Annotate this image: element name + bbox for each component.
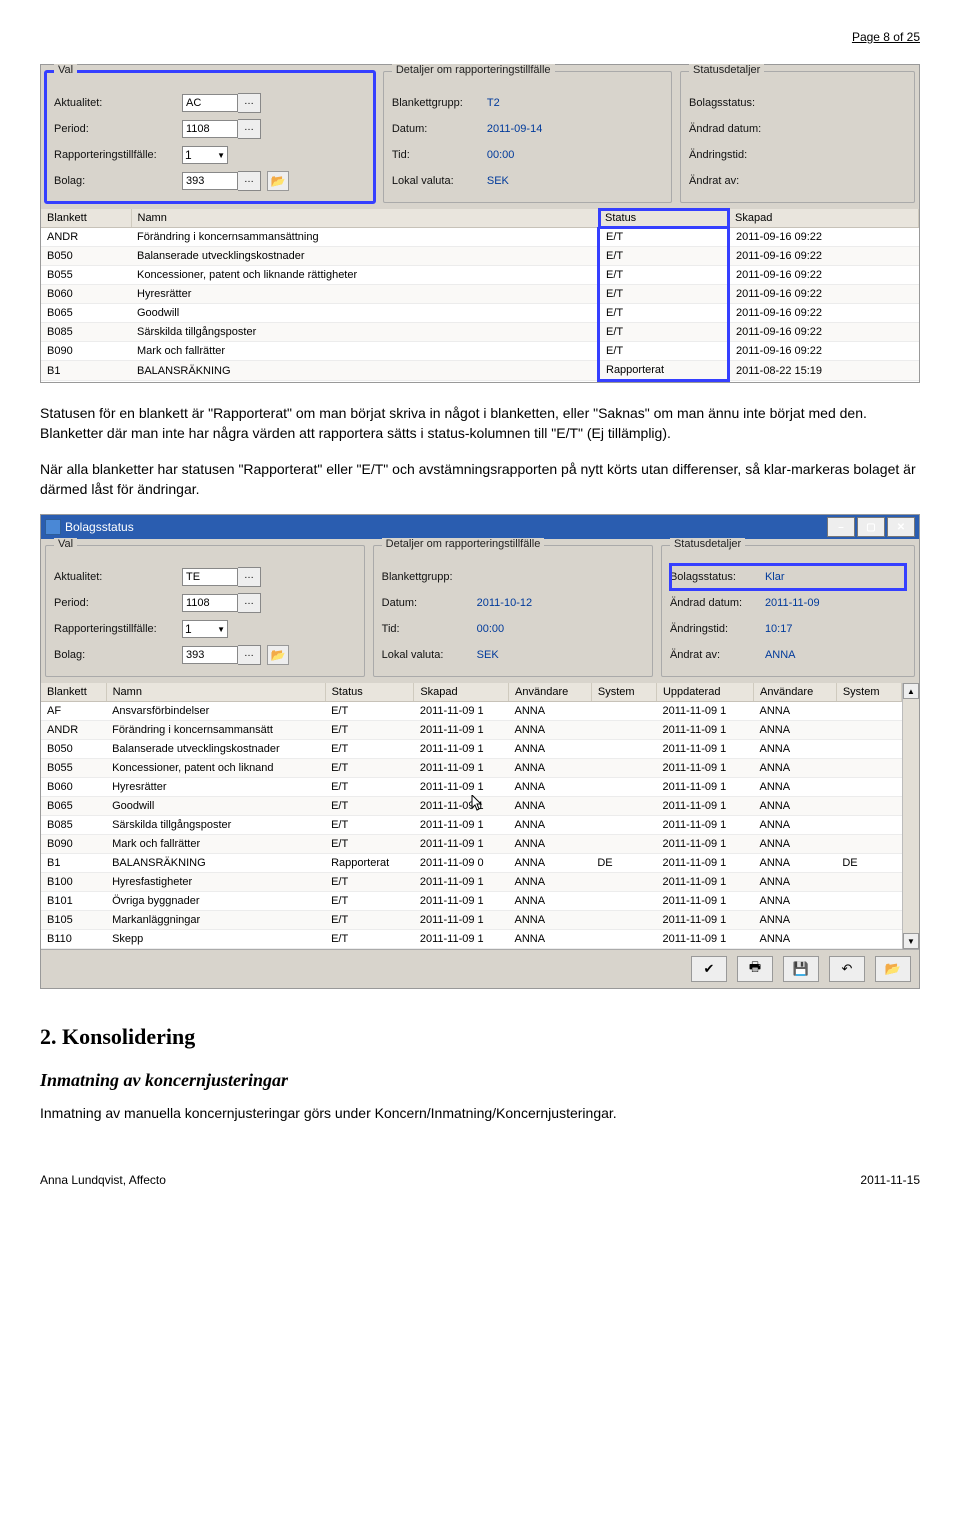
chevron-down-icon: ▼ [217, 151, 225, 160]
group-details-2: Detaljer om rapporteringstillfälle Blank… [373, 545, 653, 677]
table-row[interactable]: ANDRFörändring i koncernsammansättE/T201… [41, 721, 902, 740]
table-row[interactable]: B050Balanserade utvecklingskostnaderE/T2… [41, 740, 902, 759]
group-status-1: Statusdetaljer Bolagsstatus: Ändrad datu… [680, 71, 915, 203]
table-row[interactable]: B100HyresfastigheterE/T2011-11-09 1ANNA2… [41, 873, 902, 892]
check-button[interactable]: ✔ [691, 956, 727, 982]
app-window-1: Val Aktualitet: … Period: … Rapportering… [40, 64, 920, 383]
footer-date: 2011-11-15 [860, 1173, 920, 1187]
bolag-input[interactable] [182, 172, 238, 190]
group-val-2: Val Aktualitet: … Period: … Rapportering… [45, 545, 365, 677]
table-row[interactable]: B105MarkanläggningarE/T2011-11-09 1ANNA2… [41, 911, 902, 930]
rapp-label: Rapporteringstillfälle: [54, 149, 182, 161]
scroll-down-icon[interactable]: ▼ [903, 933, 919, 949]
bolagsstatus-row: Bolagsstatus:Klar [670, 564, 906, 590]
col-namn[interactable]: Namn [131, 209, 599, 228]
col-status[interactable]: Status [599, 209, 729, 228]
aktualitet-input-2[interactable] [182, 568, 238, 586]
valuta-value: SEK [487, 175, 509, 187]
bolag-label: Bolag: [54, 175, 182, 187]
grid-2[interactable]: Blankett Namn Status Skapad Användare Sy… [41, 683, 902, 949]
cursor-icon [471, 795, 485, 811]
undo-button[interactable]: ↶ [829, 956, 865, 982]
heading-inmatning: Inmatning av koncernjusteringar [40, 1070, 920, 1091]
grid-1[interactable]: Blankett Namn Status Skapad ANDRFörändri… [41, 209, 919, 382]
period-label: Period: [54, 123, 182, 135]
bolag-input-2[interactable] [182, 646, 238, 664]
print-button[interactable]: 🖶 [737, 956, 773, 982]
table-row[interactable]: B090Mark och fallrätterE/T2011-11-09 1AN… [41, 835, 902, 854]
open-folder-icon[interactable]: 📂 [267, 171, 289, 191]
aktualitet-input[interactable] [182, 94, 238, 112]
group-val-1: Val Aktualitet: … Period: … Rapportering… [45, 71, 375, 203]
period-input[interactable] [182, 120, 238, 138]
col-blankett[interactable]: Blankett [41, 209, 131, 228]
table-row[interactable]: B085Särskilda tillgångsposterE/T2011-09-… [41, 323, 919, 342]
rapp-dropdown-2[interactable]: 1▼ [182, 620, 228, 638]
table-row[interactable]: B055Koncessioner, patent och liknandE/T2… [41, 759, 902, 778]
period-input-2[interactable] [182, 594, 238, 612]
bolag-picker[interactable]: … [238, 171, 261, 191]
page-number: Page 8 of 25 [40, 30, 920, 44]
table-row[interactable]: B055Koncessioner, patent och liknande rä… [41, 266, 919, 285]
table-row[interactable]: B065GoodwillE/T2011-09-16 09:22 [41, 304, 919, 323]
scroll-up-icon[interactable]: ▲ [903, 683, 919, 699]
window-titlebar[interactable]: Bolagsstatus – ▢ ✕ [41, 515, 919, 539]
window-title: Bolagsstatus [61, 520, 827, 534]
save-button[interactable]: 💾 [783, 956, 819, 982]
open-button[interactable]: 📂 [875, 956, 911, 982]
chevron-down-icon: ▼ [217, 625, 225, 634]
grupp-value: T2 [487, 97, 500, 109]
details-legend: Detaljer om rapporteringstillfälle [392, 64, 555, 76]
paragraph-2: När alla blanketter har statusen "Rappor… [40, 459, 920, 500]
col-skapad[interactable]: Skapad [729, 209, 919, 228]
app-window-2: Bolagsstatus – ▢ ✕ Val Aktualitet: … Per… [40, 514, 920, 989]
paragraph-1: Statusen för en blankett är "Rapporterat… [40, 403, 920, 444]
bottom-toolbar: ✔ 🖶 💾 ↶ 📂 [41, 949, 919, 988]
heading-konsolidering: 2. Konsolidering [40, 1024, 920, 1050]
tid-value: 00:00 [487, 149, 515, 161]
app-icon [45, 519, 61, 535]
aktualitet-picker[interactable]: … [238, 93, 261, 113]
table-row[interactable]: AFAnsvarsförbindelserE/T2011-11-09 1ANNA… [41, 702, 902, 721]
table-row[interactable]: B050Balanserade utvecklingskostnaderE/T2… [41, 247, 919, 266]
rapp-dropdown[interactable]: 1▼ [182, 146, 228, 164]
group-status-2: Statusdetaljer Bolagsstatus:Klar Ändrad … [661, 545, 915, 677]
status-legend: Statusdetaljer [689, 64, 764, 76]
close-button[interactable]: ✕ [887, 517, 915, 537]
table-row[interactable]: B101Övriga byggnaderE/T2011-11-09 1ANNA2… [41, 892, 902, 911]
paragraph-3: Inmatning av manuella koncernjusteringar… [40, 1103, 920, 1123]
table-row[interactable]: B060HyresrätterE/T2011-09-16 09:22 [41, 285, 919, 304]
table-row[interactable]: B090Mark och fallrätterE/T2011-09-16 09:… [41, 342, 919, 361]
table-row[interactable]: B060HyresrätterE/T2011-11-09 1ANNA2011-1… [41, 778, 902, 797]
period-picker[interactable]: … [238, 119, 261, 139]
maximize-button[interactable]: ▢ [857, 517, 885, 537]
minimize-button[interactable]: – [827, 517, 855, 537]
aktualitet-label: Aktualitet: [54, 97, 182, 109]
table-row[interactable]: B1BALANSRÄKNINGRapporterat2011-11-09 0AN… [41, 854, 902, 873]
table-row[interactable]: ANDRFörändring i koncernsammansättningE/… [41, 228, 919, 247]
val-legend: Val [54, 64, 77, 76]
table-row[interactable]: B085Särskilda tillgångsposterE/T2011-11-… [41, 816, 902, 835]
footer-author: Anna Lundqvist, Affecto [40, 1173, 166, 1187]
scrollbar[interactable]: ▲ ▼ [902, 683, 919, 949]
table-row[interactable]: B1BALANSRÄKNINGRapporterat2011-08-22 15:… [41, 361, 919, 381]
open-folder-icon[interactable]: 📂 [267, 645, 289, 665]
datum-value: 2011-09-14 [487, 123, 542, 135]
group-details-1: Detaljer om rapporteringstillfälle Blank… [383, 71, 672, 203]
table-row[interactable]: B110SkeppE/T2011-11-09 1ANNA2011-11-09 1… [41, 930, 902, 949]
